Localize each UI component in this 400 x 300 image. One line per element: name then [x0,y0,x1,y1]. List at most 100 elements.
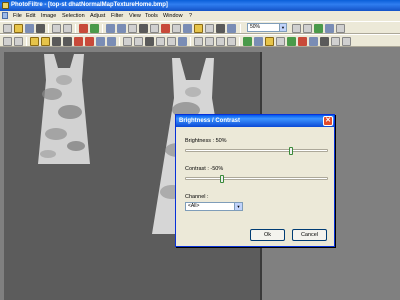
negative-icon[interactable] [145,37,154,46]
gamma-down-icon[interactable] [96,37,105,46]
magic-wand-icon[interactable] [243,37,252,46]
contrast-slider[interactable] [185,175,328,183]
blur-tool-icon[interactable] [342,37,351,46]
copy-icon[interactable] [63,24,72,33]
menu-edit[interactable]: Edit [26,13,35,19]
burn-icon[interactable] [320,37,329,46]
ok-button[interactable]: Ok [250,229,285,241]
auto-level-icon[interactable] [3,37,12,46]
chevron-down-icon[interactable]: ▼ [279,24,286,31]
menu-view[interactable]: View [129,13,141,19]
color-icon[interactable] [161,24,170,33]
saturation-up-icon[interactable] [85,37,94,46]
toolbar-separator [26,37,27,46]
fit-window-icon[interactable] [314,24,323,33]
menu-filter[interactable]: Filter [111,13,123,19]
text-icon[interactable] [172,24,181,33]
shape-icon[interactable] [205,24,214,33]
channel-value: <All> [188,203,200,209]
menu-selection[interactable]: Selection [62,13,85,19]
chevron-down-icon[interactable]: ▼ [234,203,242,210]
layer-icon[interactable] [216,24,225,33]
window-title: PhotoFiltre - [top-st dhatNormalMapTextu… [11,2,168,8]
title-bar[interactable]: PhotoFiltre - [top-st dhatNormalMapTextu… [0,0,400,11]
contrast-slider-thumb[interactable] [220,175,225,183]
brightness-down-icon[interactable] [30,37,39,46]
print-icon[interactable] [36,24,45,33]
dialog-title: Brightness / Contrast [179,118,241,124]
open-icon[interactable] [14,24,23,33]
brightness-up-icon[interactable] [41,37,50,46]
flip-vertical-icon[interactable] [167,37,176,46]
menu-tools[interactable]: Tools [145,13,158,19]
brightness-contrast-dialog: Brightness / Contrast ✕ Brightness : 50%… [175,114,335,247]
eraser-icon[interactable] [276,37,285,46]
picker-icon[interactable] [287,37,296,46]
fill-icon[interactable] [183,24,192,33]
contrast-label: Contrast : -50% [185,166,224,172]
save-icon[interactable] [25,24,34,33]
sepia-icon[interactable] [134,37,143,46]
auto-contrast-icon[interactable] [14,37,23,46]
menu-bar: File Edit Image Selection Adjust Filter … [0,11,400,21]
soften-icon[interactable] [205,37,214,46]
toolbar-separator [239,37,240,46]
menu-image[interactable]: Image [41,13,56,19]
grayscale-icon[interactable] [123,37,132,46]
toolbar-separator [102,24,103,33]
filter-toolbar [0,34,400,47]
canvas-size-icon[interactable] [117,24,126,33]
sharpen-icon[interactable] [216,37,225,46]
new-icon[interactable] [3,24,12,33]
image-size-icon[interactable] [106,24,115,33]
full-screen-icon[interactable] [325,24,334,33]
saturation-down-icon[interactable] [74,37,83,46]
menu-file[interactable]: File [13,13,22,19]
zoom-value: 50% [250,24,261,30]
crop-icon[interactable] [128,24,137,33]
grid-icon[interactable] [139,24,148,33]
toolbar-separator [119,37,120,46]
toolbar-separator [190,37,191,46]
redo-icon[interactable] [90,24,99,33]
brush-icon[interactable] [254,37,263,46]
dodge-icon[interactable] [331,37,340,46]
main-toolbar [0,21,400,34]
menu-window[interactable]: Window [163,13,183,19]
zoom-in-icon[interactable] [292,24,301,33]
actual-size-icon[interactable] [336,24,345,33]
menu-help[interactable]: ? [189,13,192,19]
zoom-out-icon[interactable] [303,24,312,33]
blur-icon[interactable] [194,37,203,46]
undo-icon[interactable] [79,24,88,33]
photofiltre-window: PhotoFiltre - [top-st dhatNormalMapTextu… [0,0,400,300]
stamp-icon[interactable] [265,37,274,46]
smudge-icon[interactable] [309,37,318,46]
cancel-button[interactable]: Cancel [292,229,327,241]
close-icon[interactable]: ✕ [323,116,333,126]
contrast-down-icon[interactable] [52,37,61,46]
app-icon [2,2,9,9]
flip-horizontal-icon[interactable] [156,37,165,46]
gamma-up-icon[interactable] [107,37,116,46]
cut-icon[interactable] [52,24,61,33]
selection-icon[interactable] [150,24,159,33]
brightness-slider-thumb[interactable] [288,147,293,155]
contrast-up-icon[interactable] [63,37,72,46]
dialog-title-bar[interactable]: Brightness / Contrast ✕ [176,115,334,127]
channel-label: Channel : [185,194,209,200]
brightness-label: Brightness : 50% [185,138,227,144]
brightness-slider[interactable] [185,147,328,155]
gradient-icon[interactable] [194,24,203,33]
fill-bucket-icon[interactable] [298,37,307,46]
channel-select[interactable]: <All> ▼ [185,202,243,211]
document-icon[interactable] [2,12,8,19]
dress-image-left [38,54,90,164]
sharpen-more-icon[interactable] [227,37,236,46]
toolbar-separator [240,24,241,33]
zoom-select[interactable]: 50% ▼ [247,23,287,32]
toolbar-separator [75,24,76,33]
effects-icon[interactable] [227,24,236,33]
rotate-icon[interactable] [178,37,187,46]
menu-adjust[interactable]: Adjust [90,13,105,19]
